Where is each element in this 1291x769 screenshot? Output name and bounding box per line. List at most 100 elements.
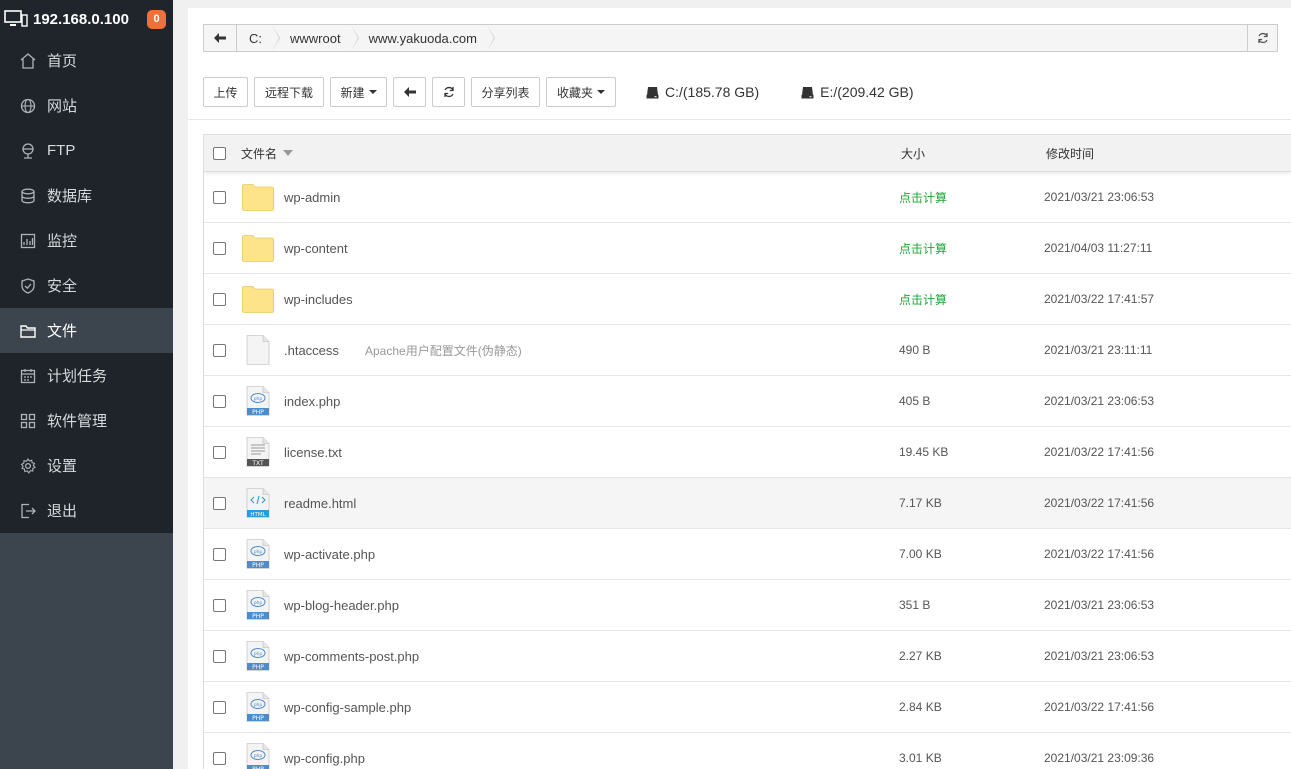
share-list-button[interactable]: 分享列表 [471,77,540,107]
new-button[interactable]: 新建 [330,77,387,107]
calculate-size-link[interactable]: 点击计算 [899,189,947,206]
header-name[interactable]: 文件名 [241,145,294,162]
path-back-button[interactable] [204,25,237,51]
refresh-icon [443,86,454,98]
table-row[interactable]: php PHP wp-config-sample.php 2.84 KB 2021/03… [204,682,1291,733]
table-row[interactable]: php PHP wp-comments-post.php 2.27 KB 2021/03… [204,631,1291,682]
table-row[interactable]: php PHP index.php 405 B 2021/03/21 23:06:53 [204,376,1291,427]
file-mtime: 2021/03/22 17:41:56 [1044,700,1155,714]
file-name[interactable]: wp-activate.php [284,547,375,562]
breadcrumb-drive[interactable]: C: [237,25,280,51]
sidebar-item-label: 文件 [47,323,78,340]
table-row[interactable]: wp-includes 点击计算 2021/03/22 17:41:57 [204,274,1291,325]
file-name[interactable]: wp-admin [284,190,340,205]
php-file-icon: php PHP [246,641,270,671]
svg-text:TXT: TXT [251,460,264,467]
file-size: 3.01 KB [899,751,942,765]
sidebar-item-database[interactable]: 数据库 [0,173,173,218]
sidebar-item-label: 首页 [47,53,78,70]
sidebar-item-monitor-chart[interactable]: 监控 [0,218,173,263]
calculate-size-link[interactable]: 点击计算 [899,240,947,257]
select-all-checkbox[interactable] [213,146,226,160]
disk-c[interactable]: C:/(185.78 GB) [646,84,759,100]
file-size: 7.00 KB [899,547,942,561]
refresh-button[interactable] [432,77,465,107]
sidebar-item-ftp[interactable]: FTP [0,128,173,173]
file-name[interactable]: wp-blog-header.php [284,598,399,613]
table-row[interactable]: php PHP wp-blog-header.php 351 B 2021/03/21 … [204,580,1291,631]
row-checkbox[interactable] [213,445,226,459]
logout-icon [20,503,36,519]
row-checkbox[interactable] [213,700,226,714]
remote-download-button[interactable]: 远程下载 [254,77,324,107]
table-row[interactable]: wp-admin 点击计算 2021/03/21 23:06:53 [204,172,1291,223]
file-size: 19.45 KB [899,445,949,459]
hard-disk-icon [801,86,814,98]
php-file-icon: php PHP [246,590,270,620]
row-checkbox[interactable] [213,496,226,510]
upload-button[interactable]: 上传 [203,77,248,107]
sidebar-item-gear[interactable]: 设置 [0,443,173,488]
row-checkbox[interactable] [213,751,226,765]
sidebar-item-apps-grid[interactable]: 软件管理 [0,398,173,443]
new-button-label: 新建 [340,85,365,100]
table-row[interactable]: wp-content 点击计算 2021/04/03 11:27:11 [204,223,1291,274]
file-name[interactable]: wp-includes [284,292,353,307]
file-name[interactable]: .htaccess [284,343,339,358]
sidebar-item-calendar[interactable]: 计划任务 [0,353,173,398]
svg-text:php: php [254,396,263,402]
arrow-left-icon [403,87,416,97]
table-header: 文件名 大小 修改时间 [204,134,1291,172]
favorites-button-label: 收藏夹 [556,85,593,100]
breadcrumb-site[interactable]: www.yakuoda.com [351,25,496,51]
row-checkbox[interactable] [213,241,226,255]
sidebar-item-home[interactable]: 首页 [0,38,173,83]
folder-icon [20,323,36,339]
file-mtime: 2021/03/21 23:09:36 [1044,751,1155,765]
path-refresh-button[interactable] [1247,25,1277,51]
file-name[interactable]: wp-comments-post.php [284,649,419,664]
row-checkbox[interactable] [213,394,226,408]
favorites-button[interactable]: 收藏夹 [546,77,616,107]
table-row[interactable]: HTML readme.html 7.17 KB 2021/03/22 17:41:5… [204,478,1291,529]
sidebar-item-folder[interactable]: 文件 [0,308,173,353]
file-mtime: 2021/03/22 17:41:56 [1044,547,1155,561]
file-size: 351 B [899,598,931,612]
row-checkbox[interactable] [213,292,226,306]
file-name[interactable]: wp-config.php [284,751,365,766]
file-name[interactable]: license.txt [284,445,342,460]
sidebar-item-label: FTP [47,142,76,159]
table-row[interactable]: TXT license.txt 19.45 KB 2021/03/22 17:41:5… [204,427,1291,478]
table-row[interactable]: .htaccess Apache用户配置文件(伪静态) 490 B 2021/03/2… [204,325,1291,376]
file-name[interactable]: readme.html [284,496,356,511]
file-name[interactable]: wp-config-sample.php [284,700,411,715]
row-checkbox[interactable] [213,547,226,561]
row-checkbox[interactable] [213,190,226,204]
notification-badge[interactable]: 0 [147,9,166,29]
header-mtime[interactable]: 修改时间 [1046,145,1094,162]
header-size[interactable]: 大小 [901,145,925,162]
calculate-size-link[interactable]: 点击计算 [899,291,947,308]
back-button[interactable] [393,77,426,107]
table-row[interactable]: phpPHP wp-config.php 3.01 KB 2021/03/21 23:… [204,733,1291,769]
toolbar-divider [188,119,1291,120]
html-file-icon: HTML [246,488,270,518]
row-checkbox[interactable] [213,649,226,663]
row-checkbox[interactable] [213,598,226,612]
disk-e[interactable]: E:/(209.42 GB) [801,84,914,100]
php-file-icon: php PHP [246,386,270,416]
sidebar-item-logout[interactable]: 退出 [0,488,173,533]
breadcrumb-wwwroot[interactable]: wwwroot [272,25,359,51]
file-mtime: 2021/03/22 17:41:57 [1044,292,1155,306]
sidebar-item-globe[interactable]: 网站 [0,83,173,128]
row-checkbox[interactable] [213,343,226,357]
arrow-left-icon [214,33,226,43]
sidebar-item-shield[interactable]: 安全 [0,263,173,308]
database-icon [20,188,36,204]
file-name[interactable]: wp-content [284,241,348,256]
file-manager: C: wwwroot www.yakuoda.com 上传 远程下载 新建 分享… [188,8,1291,769]
calendar-icon [20,368,36,384]
table-row[interactable]: php PHP wp-activate.php 7.00 KB 2021/03/22 1… [204,529,1291,580]
file-name[interactable]: index.php [284,394,340,409]
sidebar-item-label: 网站 [47,98,78,115]
